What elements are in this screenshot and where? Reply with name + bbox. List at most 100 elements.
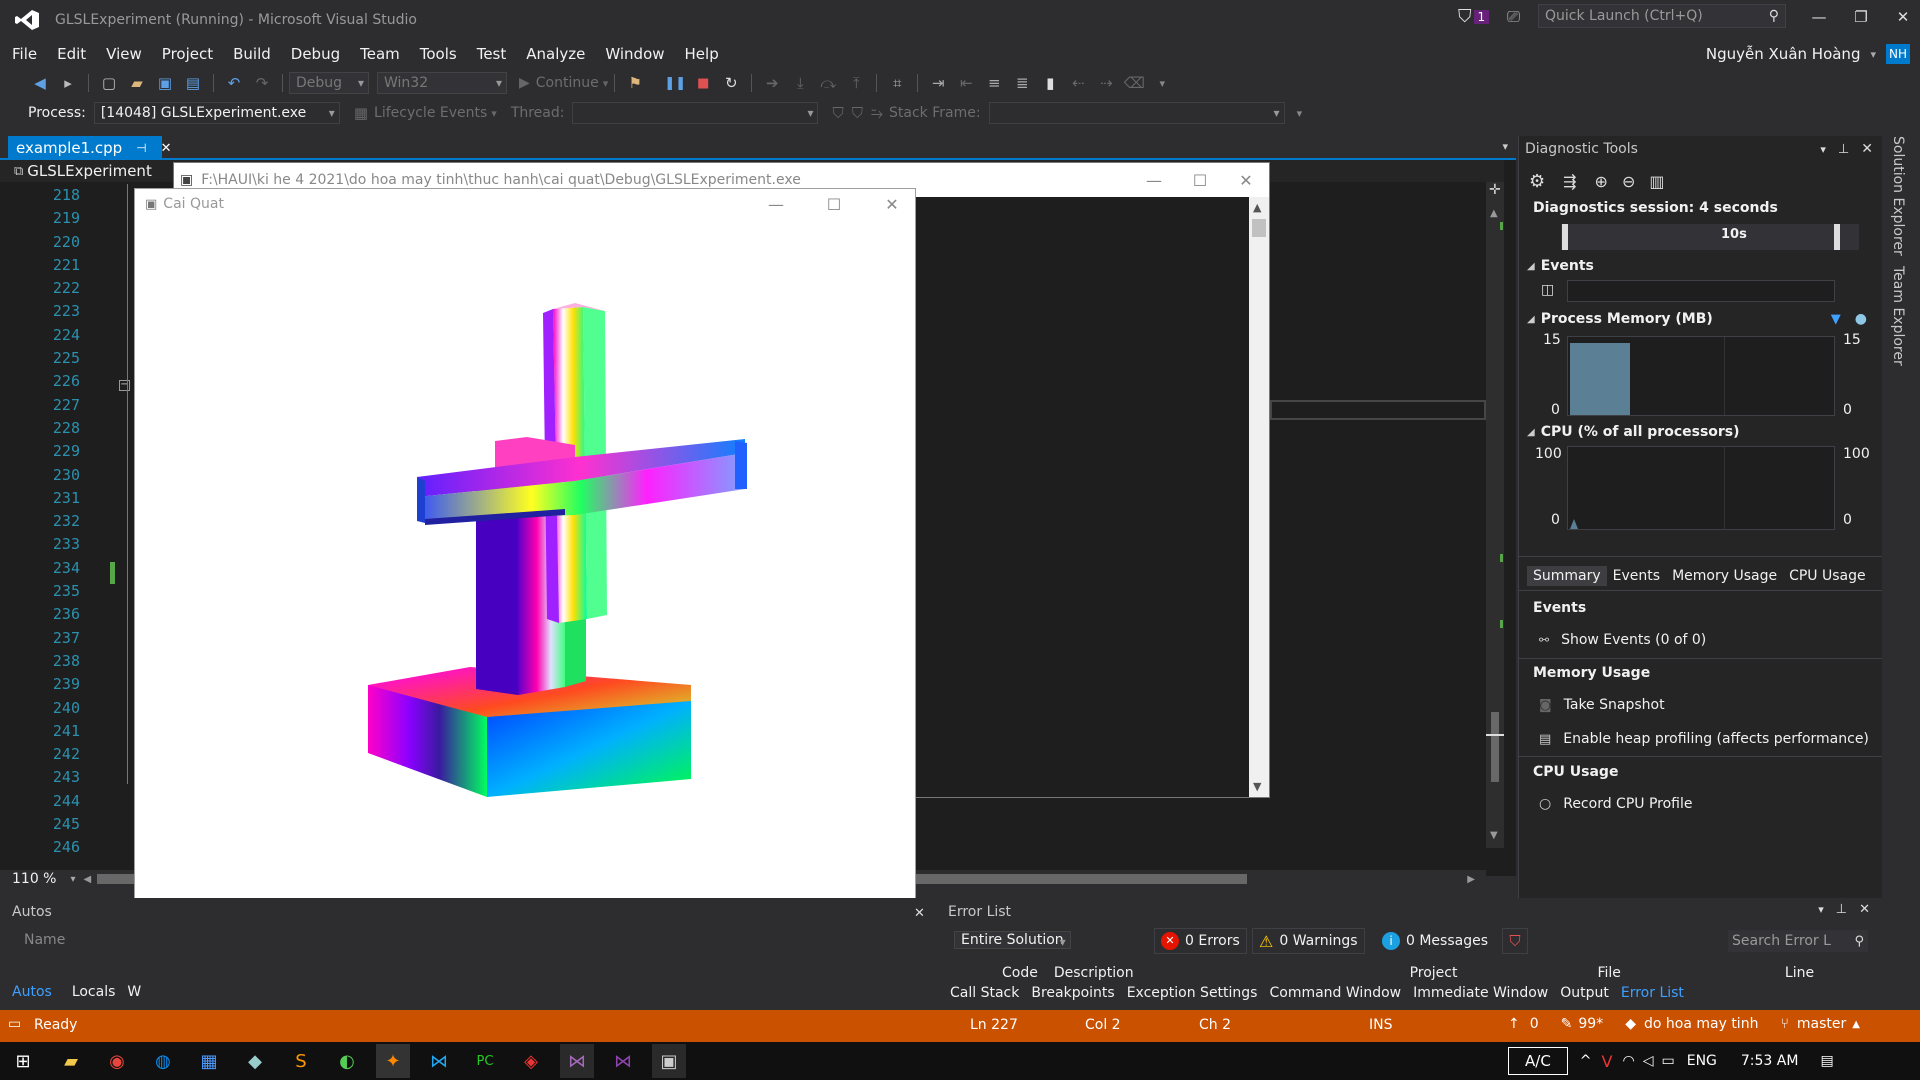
lifecycle-events-icon[interactable]: ▦ [354,104,368,122]
menu-project[interactable]: Project [152,40,223,68]
sublime-icon[interactable]: S [284,1044,318,1078]
opengl-maximize-button[interactable]: ☐ [811,195,857,214]
filter-notification-icon[interactable]: ⛉ [1458,6,1472,27]
menu-test[interactable]: Test [467,40,517,68]
diag-close-icon[interactable]: ✕ [1861,141,1873,157]
continue-dropdown-icon[interactable]: ▾ [603,77,609,90]
app-icon-2[interactable]: ◐ [330,1044,364,1078]
app-icon-1[interactable]: ◆ [238,1044,272,1078]
opengl-titlebar[interactable]: ▣ Cai Quat — ☐ ✕ [135,189,915,219]
break-all-icon[interactable]: ❚❚ [662,70,688,96]
diag-titlebar[interactable]: Diagnostic Tools ▾ ⊥ ✕ [1519,136,1883,162]
column-file[interactable]: File [1597,965,1620,981]
export-icon[interactable]: ⇶ [1563,172,1576,191]
continue-button[interactable]: Continue [536,75,599,91]
tab-breakpoints[interactable]: Breakpoints [1025,985,1120,1001]
column-description[interactable]: Description [1054,965,1134,981]
console-scroll-thumb[interactable] [1252,219,1266,237]
scroll-left-icon[interactable]: ◀ [84,874,92,885]
hex-display-icon[interactable]: ⌗ [884,70,910,96]
branch-menu-icon[interactable]: ▲ [1852,1019,1860,1030]
status-repo[interactable]: do hoa may tinh [1644,1016,1758,1032]
menu-window[interactable]: Window [595,40,674,68]
reset-view-icon[interactable]: ▥ [1649,172,1664,191]
battery-icon[interactable]: ▭ [1661,1053,1674,1069]
notification-count[interactable]: 1 [1473,9,1490,24]
pin-tab-icon[interactable]: ⊣ [136,141,146,155]
menu-edit[interactable]: Edit [47,40,96,68]
tab-cpu-usage[interactable]: CPU Usage [1783,566,1872,586]
menu-analyze[interactable]: Analyze [516,40,595,68]
menu-tools[interactable]: Tools [410,40,467,68]
status-ch[interactable]: Ch 2 [1199,1017,1231,1033]
show-hidden-icons-chevron-icon[interactable]: ^ [1580,1053,1592,1069]
zalo-icon[interactable]: ◍ [146,1044,180,1078]
tab-watch[interactable]: W [123,984,145,1000]
vivaldi-tray-icon[interactable]: V [1602,1052,1613,1071]
build-intellisense-filter-icon[interactable]: ⛉ [1502,928,1528,954]
error-scope-select[interactable]: Entire Solution [954,931,1071,949]
tab-events[interactable]: Events [1607,566,1666,586]
zoom-out-icon[interactable]: ⊖ [1622,172,1635,191]
zoom-in-icon[interactable]: ⊕ [1595,172,1608,191]
step-into-icon[interactable]: ⤓ [787,70,813,96]
stack-frame-select[interactable] [988,102,1285,124]
tab-immediate-window[interactable]: Immediate Window [1407,985,1554,1001]
start-windows-icon[interactable]: ⊞ [6,1044,40,1078]
console-app-taskbar-icon[interactable]: ▣ [652,1044,686,1078]
tab-example1-cpp[interactable]: example1.cpp ⊣ ✕ [8,136,172,160]
tab-exception-settings[interactable]: Exception Settings [1121,985,1264,1001]
pencil-icon[interactable]: ✎ [1561,1016,1573,1032]
menu-build[interactable]: Build [223,40,281,68]
tab-call-stack[interactable]: Call Stack [944,985,1025,1001]
visual-studio-icon[interactable]: ⋈ [560,1044,594,1078]
save-icon[interactable]: ▣ [152,70,178,96]
tab-error-list[interactable]: Error List [1615,985,1690,1001]
close-button[interactable]: ✕ [1882,8,1920,26]
menu-file[interactable]: File [2,40,47,68]
record-cpu-button[interactable]: ○ Record CPU Profile [1539,796,1693,812]
toolbar-options-icon[interactable]: ▾ [1149,70,1175,96]
step-over-icon[interactable]: ⤼ [815,70,841,96]
navigate-forward-icon[interactable]: ▸ [55,70,81,96]
user-name[interactable]: Nguyễn Xuân Hoàng [1706,45,1861,63]
tab-command-window[interactable]: Command Window [1263,985,1407,1001]
collapse-cpu-icon[interactable]: ◢ [1527,427,1535,438]
status-line[interactable]: Ln 227 [970,1017,1018,1033]
tab-solution-explorer[interactable]: Solution Explorer [1890,136,1906,256]
indent-icon[interactable]: ⇥ [925,70,951,96]
thread-select[interactable] [572,102,819,124]
memory-graph[interactable] [1567,336,1835,416]
uncomment-icon[interactable]: ≣ [1009,70,1035,96]
tab-autos[interactable]: Autos [0,984,64,1000]
vertical-scrollbar[interactable]: ✛ ▲ ▼ [1486,182,1504,848]
show-events-link[interactable]: ⚯ Show Events (0 of 0) [1539,632,1706,648]
continue-icon[interactable]: ▶ [519,75,530,91]
messages-filter-button[interactable]: i 0 Messages [1376,928,1494,954]
repo-diamond-icon[interactable]: ◆ [1625,1016,1636,1032]
scroll-right-icon[interactable]: ▶ [1467,874,1475,885]
redo-icon[interactable]: ↷ [249,70,275,96]
cpu-graph[interactable] [1567,446,1835,530]
settings-gear-icon[interactable]: ⚙ [1529,171,1545,192]
menu-debug[interactable]: Debug [281,40,350,68]
lifecycle-events-button[interactable]: Lifecycle Events [374,105,487,121]
opengl-close-button[interactable]: ✕ [869,195,915,214]
errorlist-dropdown-icon[interactable]: ▾ [1818,903,1824,916]
configuration-select[interactable]: Debug [289,72,369,94]
clock-time[interactable]: 7:53 AM [1741,1053,1799,1069]
console-scroll-down-icon[interactable]: ▼ [1253,780,1261,793]
outdent-icon[interactable]: ⇤ [953,70,979,96]
bookmark-icon[interactable]: ▮ [1037,70,1063,96]
scroll-down-icon[interactable]: ▼ [1490,830,1498,841]
split-editor-icon[interactable]: ✛ [1489,182,1501,198]
visual-studio-2-icon[interactable]: ⋈ [606,1044,640,1078]
diag-pin-icon[interactable]: ⊥ [1838,142,1849,157]
console-close-button[interactable]: ✕ [1223,171,1269,190]
wifi-icon[interactable]: ◠ [1622,1053,1634,1069]
scroll-up-icon[interactable]: ▲ [1490,208,1498,219]
step-out-icon[interactable]: ⤒ [843,70,869,96]
publish-arrow-icon[interactable]: ↑ [1508,1016,1520,1032]
events-pause-icon[interactable]: ◫ [1541,282,1554,298]
events-track[interactable] [1567,280,1835,302]
